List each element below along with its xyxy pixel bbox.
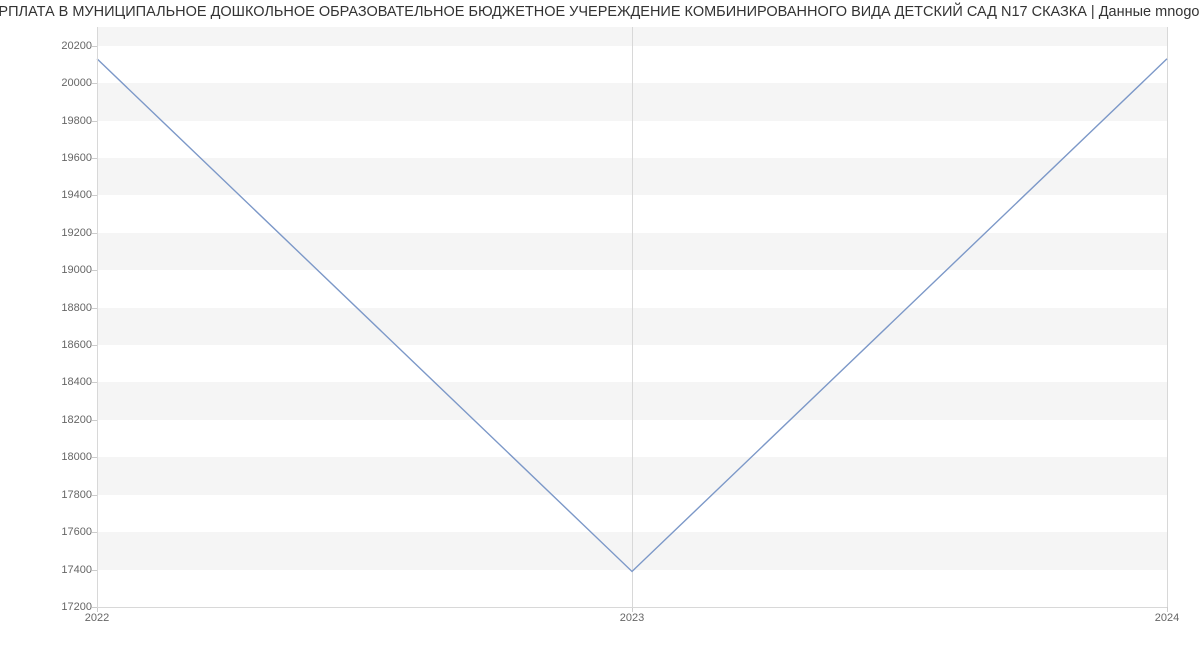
y-axis-line	[97, 27, 98, 607]
y-tick-label: 19200	[61, 227, 92, 239]
x-axis-line	[97, 607, 1167, 608]
y-tick-mark	[92, 607, 97, 608]
y-tick-label: 19800	[61, 115, 92, 127]
y-tick-label: 17400	[61, 564, 92, 576]
y-tick-label: 17200	[61, 601, 92, 613]
data-line	[97, 59, 1167, 572]
y-tick-mark	[92, 382, 97, 383]
y-tick-label: 20000	[61, 77, 92, 89]
y-tick-mark	[92, 233, 97, 234]
gridline-vertical	[1167, 27, 1168, 607]
y-tick-mark	[92, 83, 97, 84]
x-tick-label: 2023	[620, 612, 644, 624]
y-tick-label: 19000	[61, 264, 92, 276]
y-tick-label: 19600	[61, 152, 92, 164]
y-tick-label: 18400	[61, 376, 92, 388]
y-tick-label: 19400	[61, 189, 92, 201]
x-tick-mark	[1167, 607, 1168, 612]
y-tick-mark	[92, 270, 97, 271]
x-tick-label: 2024	[1155, 612, 1179, 624]
chart-title: ЗАРПЛАТА В МУНИЦИПАЛЬНОЕ ДОШКОЛЬНОЕ ОБРА…	[0, 0, 1200, 22]
y-tick-mark	[92, 345, 97, 346]
y-tick-mark	[92, 158, 97, 159]
plot-area	[97, 27, 1167, 607]
x-tick-label: 2022	[85, 612, 109, 624]
y-tick-mark	[92, 532, 97, 533]
y-tick-mark	[92, 308, 97, 309]
y-tick-mark	[92, 121, 97, 122]
line-svg	[97, 27, 1167, 607]
y-tick-label: 20200	[61, 40, 92, 52]
y-tick-mark	[92, 195, 97, 196]
y-tick-mark	[92, 46, 97, 47]
y-tick-mark	[92, 570, 97, 571]
y-tick-label: 18200	[61, 414, 92, 426]
y-tick-mark	[92, 495, 97, 496]
chart-container: 2022 2023 2024 17200 17400 17600 17800 18000 182…	[0, 22, 1200, 632]
y-tick-mark	[92, 457, 97, 458]
y-tick-label: 17600	[61, 526, 92, 538]
y-tick-label: 18800	[61, 302, 92, 314]
y-tick-label: 18600	[61, 339, 92, 351]
y-tick-label: 17800	[61, 489, 92, 501]
y-tick-label: 18000	[61, 451, 92, 463]
y-tick-mark	[92, 420, 97, 421]
